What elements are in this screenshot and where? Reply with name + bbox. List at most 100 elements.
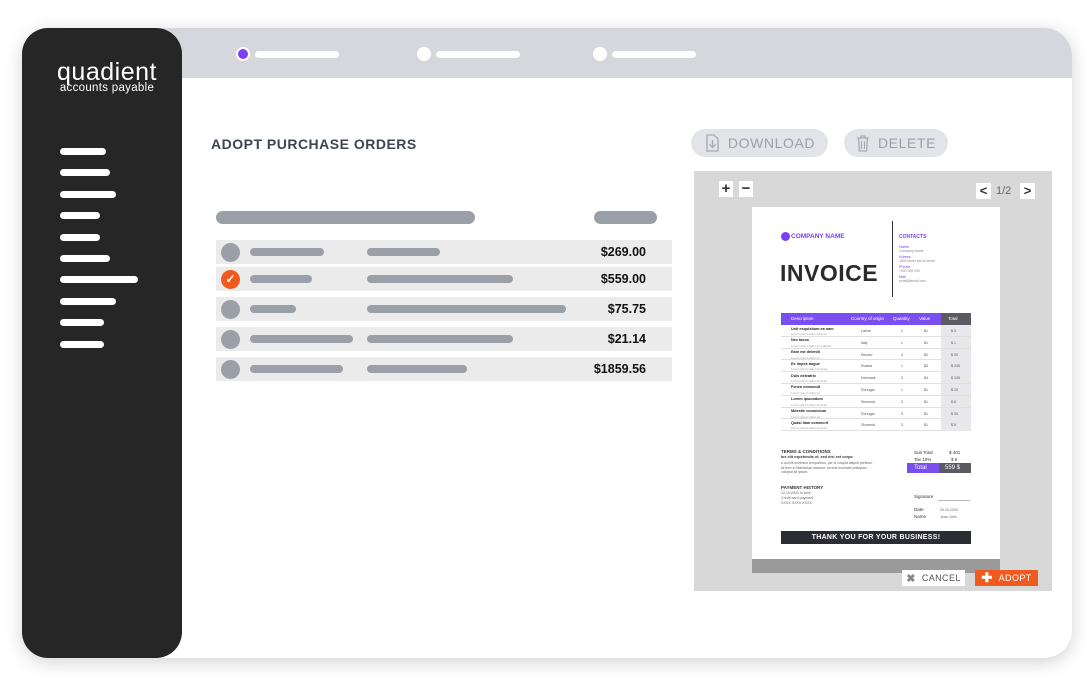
sub-total-label: Sub Total: [914, 450, 933, 455]
item-value: $3: [924, 364, 928, 369]
item-country: Denmark: [861, 376, 876, 381]
adopt-button[interactable]: ✚ ADOPT: [975, 570, 1038, 586]
sidebar-item-4[interactable]: [60, 212, 100, 219]
invoice-item-row: Duis deleatrix Lorem ipsum dolor sit amet…: [781, 372, 971, 384]
item-sub: Lorem ipsum dolor sit amet: [791, 332, 828, 336]
col-country: Country of origin: [851, 316, 885, 321]
contact-entry: Phone +000 000 000: [899, 265, 920, 273]
item-country: Russia: [861, 364, 872, 369]
item-country: Portugal: [861, 387, 875, 392]
checkmark-icon[interactable]: ✓: [221, 270, 240, 289]
row-radio[interactable]: [221, 360, 240, 379]
order-row[interactable]: $75.75: [216, 297, 672, 321]
download-button[interactable]: DOWNLOAD: [691, 129, 828, 157]
row-field-1: [250, 365, 343, 373]
sub-total-value: $ 401: [949, 450, 961, 455]
item-qty: 4: [901, 352, 903, 357]
item-total: $ 20: [951, 387, 958, 392]
item-country: Latvia: [861, 329, 871, 333]
item-value: $1: [924, 399, 928, 404]
row-radio[interactable]: [221, 300, 240, 319]
sidebar-item-5[interactable]: [60, 234, 100, 241]
delete-label: DELETE: [877, 135, 937, 151]
step-2[interactable]: [417, 47, 520, 61]
name-label: Name: [914, 514, 927, 519]
item-qty: 3: [901, 411, 903, 416]
item-sub: Lorem ipsum dolor sit: [791, 390, 820, 395]
item-name: Eam est deleniti: [791, 350, 820, 355]
step-3-dot-icon: [593, 47, 607, 61]
col-value: Value: [919, 316, 931, 321]
sidebar-item-3[interactable]: [60, 191, 116, 198]
item-total: $ 1: [951, 340, 956, 345]
item-sub: Lorem ipsum dolor sit: [791, 355, 820, 360]
download-icon: [706, 134, 719, 152]
column-header-amount: [594, 211, 657, 224]
sidebar-item-8[interactable]: [60, 298, 116, 305]
total-label: Total: [914, 465, 927, 471]
invoice-item-row: Nec facos Lorem ipsum dolor sit, adipisci…: [781, 336, 971, 349]
contact-entry: Adress 1800 lorem ips sit lorem: [899, 255, 935, 263]
prev-page-button[interactable]: <: [976, 183, 991, 199]
step-3[interactable]: [593, 47, 696, 61]
order-row[interactable]: $1859.56: [216, 357, 672, 381]
item-value: $1: [924, 411, 928, 416]
total-value: 559 $: [945, 465, 961, 471]
row-field-2: [367, 305, 566, 313]
sidebar: quadient accounts payable: [22, 28, 182, 658]
row-amount: $75.75: [607, 302, 646, 316]
row-amount: $559.00: [600, 272, 646, 286]
item-value: $1: [924, 329, 928, 333]
item-value: $2: [924, 352, 928, 357]
item-name: Fenen eonsmult: [791, 385, 821, 390]
row-field-2: [367, 248, 440, 256]
zoom-out-button[interactable]: −: [739, 181, 753, 197]
invoice-company-name: COMPANY NAME: [791, 233, 845, 240]
zoom-in-button[interactable]: +: [719, 181, 733, 197]
item-sub: Lorem ipsum dolor sit, adipisci: [791, 343, 832, 348]
thank-you-banner: THANK YOU FOR YOUR BUSINESS!: [781, 531, 971, 544]
invoice-item-row: Quasi liam consecrit Lorem ipsum dolor si…: [781, 419, 971, 432]
item-qty: 1: [901, 364, 903, 369]
item-total: $ 3: [951, 329, 956, 333]
delete-button[interactable]: DELETE: [844, 129, 948, 157]
item-qty: 1: [901, 329, 903, 333]
name-value: Jean John: [940, 515, 957, 519]
item-value: $1: [924, 387, 928, 392]
col-total: Total: [948, 316, 958, 321]
step-1[interactable]: [236, 47, 339, 61]
row-radio[interactable]: [221, 243, 240, 262]
sidebar-item-7[interactable]: [60, 276, 138, 283]
item-country: Slovenia: [861, 423, 875, 428]
next-page-button[interactable]: >: [1020, 183, 1035, 199]
step-1-active-dot-icon: [236, 47, 250, 61]
order-row[interactable]: $269.00: [216, 240, 672, 264]
item-sub: Lorem ipsum dolor sit amet: [791, 426, 828, 431]
invoice-item-row: Mdestie consectum Lorem ipsum dolor sit Po…: [781, 407, 971, 420]
sidebar-item-2[interactable]: [60, 169, 110, 176]
sidebar-item-6[interactable]: [60, 255, 110, 262]
payment-title: PAYMENT HISTORY: [781, 485, 824, 490]
sidebar-item-1[interactable]: [60, 148, 106, 155]
signature-line: [938, 500, 970, 501]
sidebar-item-9[interactable]: [60, 319, 104, 326]
payment-line: Credit card payment: [781, 496, 814, 500]
date-label: Date: [914, 507, 924, 512]
col-quantity: Quantity: [893, 316, 910, 321]
order-row-selected[interactable]: ✓ $559.00: [216, 267, 672, 291]
item-total: $ 6: [951, 399, 956, 404]
row-amount: $21.14: [607, 332, 646, 346]
row-radio[interactable]: [221, 330, 240, 349]
page-indicator: 1/2: [996, 185, 1012, 197]
download-label: DOWNLOAD: [727, 135, 816, 151]
item-sub: Lorem ipsum dolor sit: [791, 414, 820, 419]
cancel-button[interactable]: ✖ CANCEL: [902, 570, 965, 586]
col-description: Description: [791, 316, 814, 321]
item-total: $ 30: [951, 352, 958, 357]
step-2-label-placeholder: [436, 50, 520, 58]
total-bar: Total 559 $: [907, 463, 971, 473]
item-value: $1: [924, 340, 928, 345]
sidebar-item-10[interactable]: [60, 341, 104, 348]
cancel-label: CANCEL: [921, 573, 961, 583]
order-row[interactable]: $21.14: [216, 327, 672, 351]
